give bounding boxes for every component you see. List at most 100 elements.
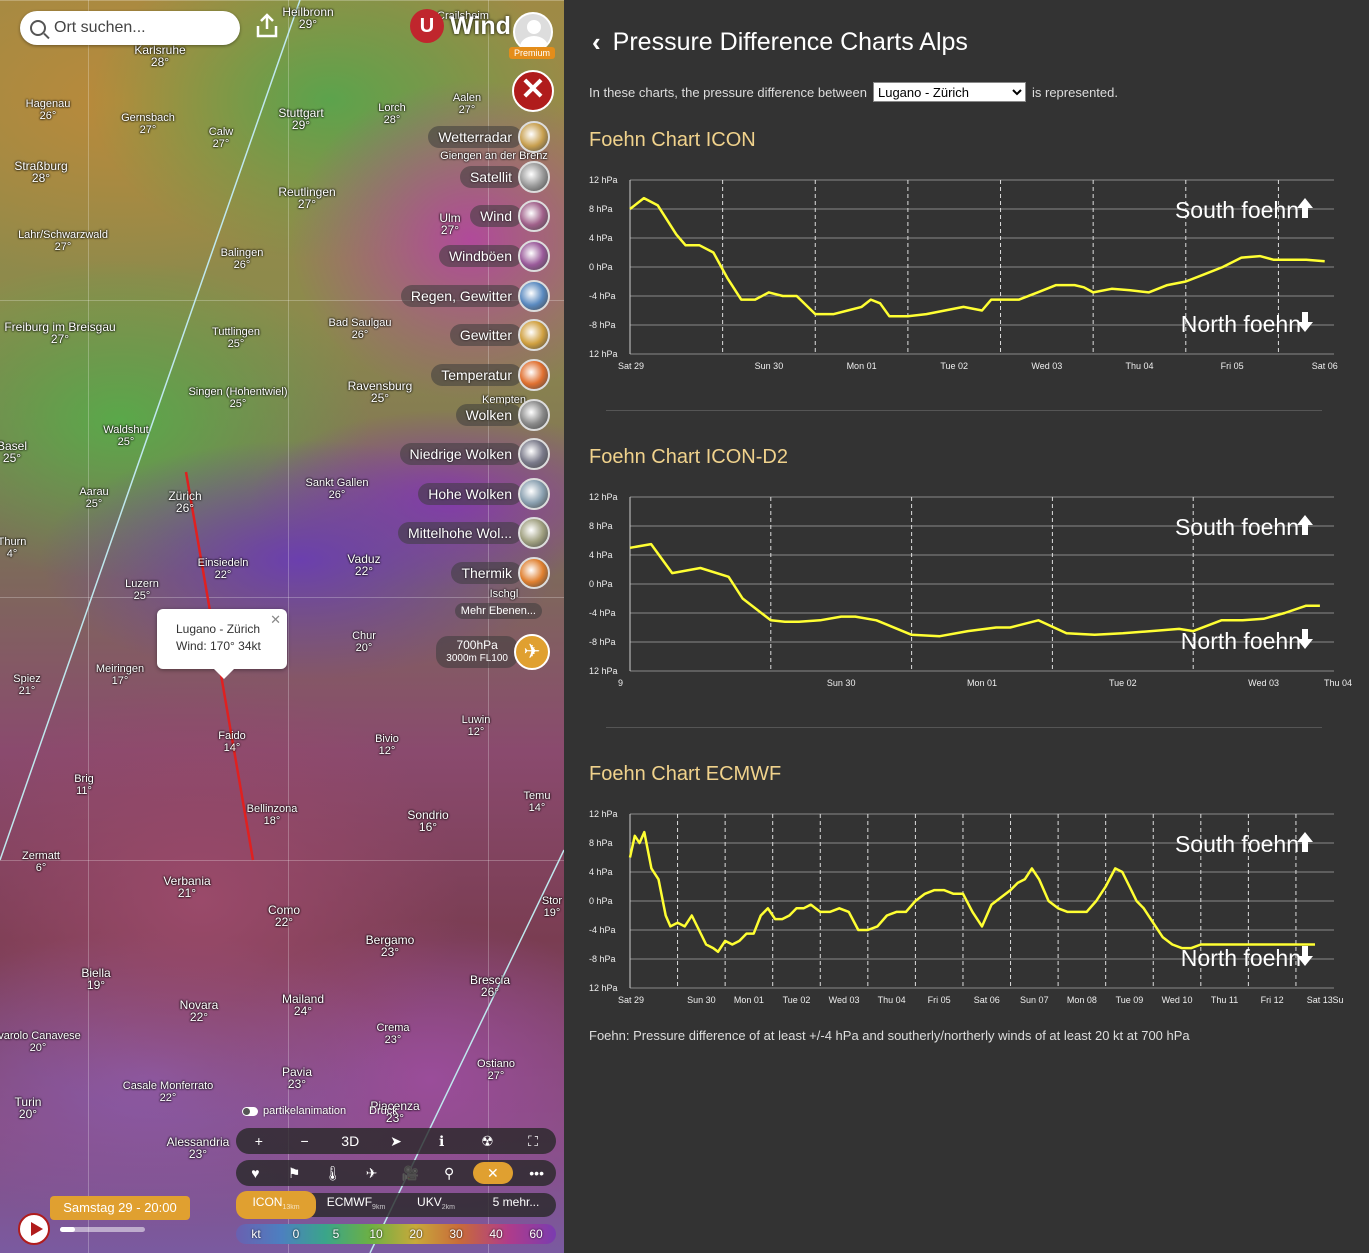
zoom-out-button[interactable]: − (290, 1133, 320, 1149)
city-label[interactable]: Zürich 26° (168, 490, 201, 514)
layer-button-satellit[interactable]: Satellit (459, 161, 550, 193)
city-label[interactable]: Karlsruhe 28° (134, 44, 185, 68)
city-label[interactable]: Casale Monferrato 22° (123, 1080, 214, 1104)
city-label[interactable]: Singen (Hohentwiel) 25° (188, 386, 287, 410)
city-label[interactable]: Turin 20° (15, 1096, 42, 1120)
webcam-icon[interactable]: 🎥 (395, 1165, 425, 1182)
pin-icon[interactable]: ⚲ (434, 1165, 464, 1182)
layer-button-niedrige-wolken[interactable]: Niedrige Wolken (399, 438, 550, 470)
city-label[interactable]: Sondrio 16° (407, 809, 448, 833)
layer-button-wetterradar[interactable]: Wetterradar (428, 121, 550, 153)
city-label[interactable]: Crema 23° (376, 1022, 409, 1046)
layer-button-temperatur[interactable]: Temperatur (431, 359, 550, 391)
city-label[interactable]: Ostiano 27° (477, 1058, 515, 1082)
city-label[interactable]: Freiburg im Breisgau 27° (4, 321, 115, 345)
close-layers-button[interactable]: ✕ (512, 70, 554, 112)
3d-button[interactable]: 3D (335, 1133, 365, 1149)
city-label[interactable]: Brig 11° (74, 773, 94, 797)
city-label[interactable]: Alessandria 23° (167, 1136, 230, 1160)
city-label[interactable]: Biella 19° (81, 967, 110, 991)
user-avatar[interactable] (513, 12, 553, 52)
city-label[interactable]: Faido 14° (218, 730, 246, 754)
search-box[interactable]: Ort suchen... (20, 11, 240, 45)
city-label[interactable]: Bergamo 23° (366, 934, 415, 958)
city-label[interactable]: Luwin 12° (462, 714, 491, 738)
city-label[interactable]: Balingen 26° (221, 247, 264, 271)
city-label[interactable]: Tuttlingen 25° (212, 326, 260, 350)
city-label[interactable]: Lahr/Schwarzwald 27° (18, 229, 108, 253)
route-popup[interactable]: ✕ Lugano - Zürich Wind: 170° 34kt (157, 609, 287, 679)
zoom-in-button[interactable]: + (244, 1133, 274, 1149)
locate-icon[interactable]: ➤ (381, 1133, 411, 1150)
flag-icon[interactable]: ⚑ (279, 1165, 309, 1182)
city-label[interactable]: Aarau 25° (79, 486, 108, 510)
city-label[interactable]: Basel 25° (0, 440, 27, 464)
popup-close-icon[interactable]: ✕ (270, 611, 281, 628)
city-label[interactable]: Straßburg 28° (14, 160, 67, 184)
city-label[interactable]: Pavia 23° (282, 1066, 312, 1090)
play-button[interactable] (18, 1213, 50, 1245)
station-pair-select[interactable]: Lugano - Zürich (872, 82, 1026, 102)
city-label[interactable]: Como 22° (268, 904, 300, 928)
city-label[interactable]: Ischgl (490, 588, 519, 600)
search-input[interactable]: Ort suchen... (54, 19, 146, 37)
airplane-icon[interactable]: ✈ (514, 634, 550, 670)
city-label[interactable]: Zermatt 6° (22, 850, 60, 874)
city-label[interactable]: Vaduz 22° (347, 553, 380, 577)
share-icon[interactable] (253, 12, 281, 40)
layer-button-gewitter[interactable]: Gewitter (449, 319, 550, 351)
particle-animation-toggle[interactable]: partikelanimation (242, 1105, 346, 1117)
pressure-toggle[interactable]: Druck (369, 1105, 398, 1117)
fullscreen-icon[interactable]: ⛶ (518, 1133, 548, 1150)
city-label[interactable]: Gernsbach 27° (121, 112, 175, 136)
more-icon[interactable]: ••• (522, 1165, 552, 1181)
back-chevron-icon[interactable]: ‹ (592, 27, 601, 58)
layer-button-thermik[interactable]: Thermik (451, 557, 550, 589)
city-label[interactable]: Reutlingen 27° (278, 186, 335, 210)
city-label[interactable]: Hagenau 26° (26, 98, 71, 122)
city-label[interactable]: Bellinzona 18° (247, 803, 298, 827)
timeline-slider[interactable] (60, 1227, 145, 1232)
city-label[interactable]: Luzern 25° (125, 578, 159, 602)
city-label[interactable]: Novara 22° (180, 999, 219, 1023)
city-label[interactable]: Bad Saulgau 26° (329, 317, 392, 341)
city-label[interactable]: Spiez 21° (13, 673, 41, 697)
altitude-level-picker[interactable]: 700hPa 3000m FL100 ✈ (436, 634, 550, 670)
city-label[interactable]: Temu 14° (524, 790, 551, 814)
city-label[interactable]: Chur 20° (352, 630, 376, 654)
city-label[interactable]: Mailand 24° (282, 993, 324, 1017)
city-label[interactable]: Waldshut 25° (103, 424, 148, 448)
brand-logo[interactable]: U Wind (410, 9, 511, 43)
info-icon[interactable]: ℹ (427, 1133, 457, 1150)
model-option[interactable]: UKV2km (396, 1191, 476, 1219)
layer-button-wind[interactable]: Wind (470, 200, 550, 232)
city-label[interactable]: Calw 27° (209, 126, 233, 150)
close-icon[interactable]: ✕ (472, 1162, 513, 1184)
city-label[interactable]: Ulm 27° (439, 212, 460, 236)
radiation-icon[interactable]: ☢ (472, 1133, 502, 1150)
city-label[interactable]: Ivarolo Canavese 20° (0, 1030, 81, 1054)
city-label[interactable]: Stor 19° (542, 895, 562, 919)
city-label[interactable]: Thurn 4° (0, 536, 26, 560)
model-option[interactable]: 5 mehr... (476, 1191, 556, 1219)
airport-icon[interactable]: ✈ (357, 1165, 387, 1182)
favorites-icon[interactable]: ♥ (240, 1165, 270, 1181)
layer-button-wolken[interactable]: Wolken (455, 399, 550, 431)
map-view[interactable]: Heilbronn 29° Crailsheim Karlsruhe 28° Hagena… (0, 0, 564, 1253)
city-label[interactable]: Meiringen 17° (96, 663, 144, 687)
city-label[interactable]: Aalen 27° (453, 92, 481, 116)
city-label[interactable]: Sankt Gallen 26° (306, 477, 369, 501)
city-label[interactable]: Bivio 12° (375, 733, 399, 757)
layer-button-hohe-wolken[interactable]: Hohe Wolken (418, 478, 550, 510)
thermometer-icon[interactable]: 🌡 (318, 1165, 348, 1182)
city-label[interactable]: Lorch 28° (378, 102, 406, 126)
layer-button-regen-gewitter[interactable]: Regen, Gewitter (400, 280, 550, 312)
city-label[interactable]: Verbania 21° (163, 875, 210, 899)
layer-button-mittelhohe-wol-[interactable]: Mittelhohe Wol... (397, 517, 550, 549)
more-layers-button[interactable]: Mehr Ebenen... (454, 603, 542, 619)
city-label[interactable]: Brescia 26° (470, 974, 510, 998)
layer-button-windböen[interactable]: Windböen (438, 240, 550, 272)
city-label[interactable]: Ravensburg 25° (348, 380, 413, 404)
model-option[interactable]: ECMWF9km (316, 1191, 396, 1219)
city-label[interactable]: Einsiedeln 22° (198, 557, 249, 581)
